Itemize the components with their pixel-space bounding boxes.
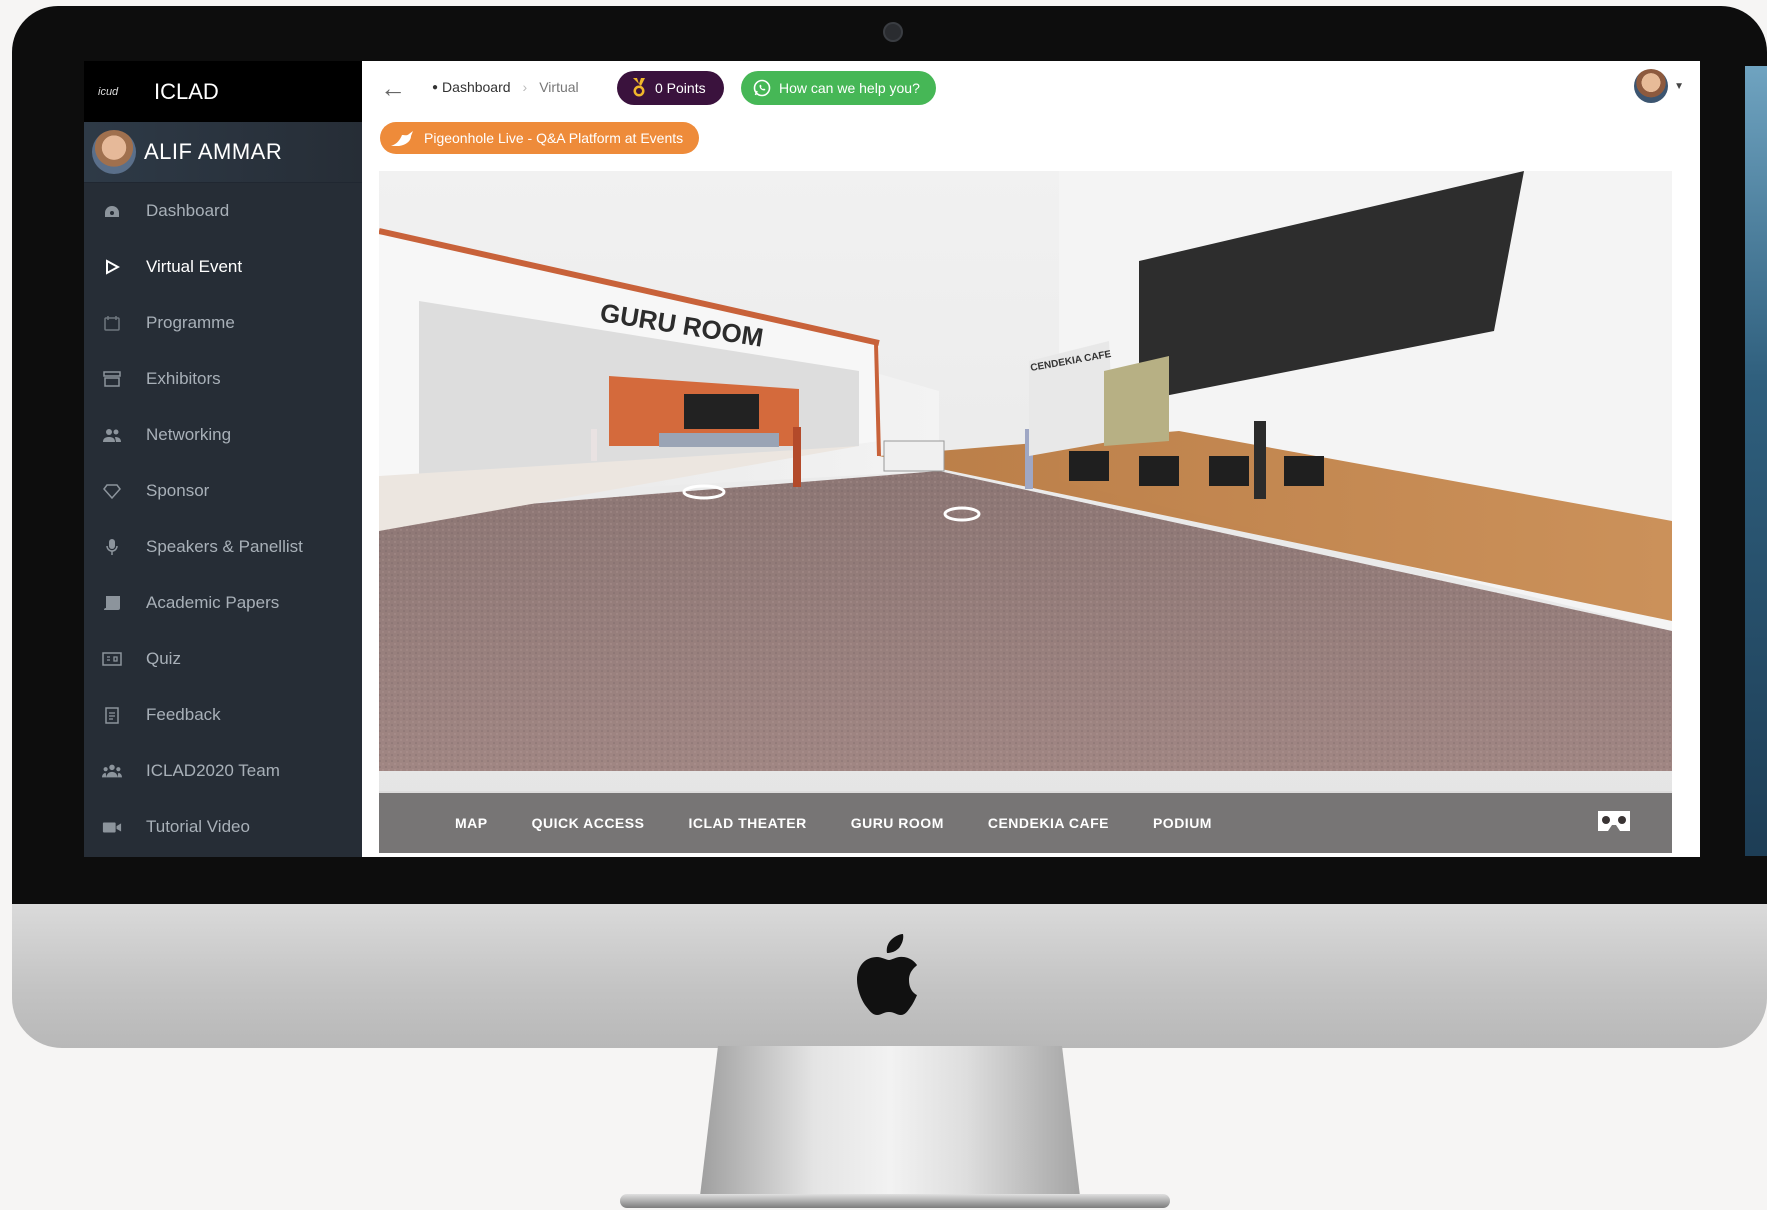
apple-logo-icon (857, 934, 917, 1015)
sidebar-item-tutorial-video[interactable]: Tutorial Video (84, 799, 362, 855)
sidebar-item-sponsor[interactable]: Sponsor (84, 463, 362, 519)
microphone-icon (102, 537, 122, 557)
cafe-table (1284, 456, 1324, 486)
sidebar-item-dashboard[interactable]: Dashboard (84, 183, 362, 239)
sidebar-item-label: Virtual Event (146, 257, 243, 276)
sidebar-item-team[interactable]: ICLAD2020 Team (84, 743, 362, 799)
sidebar-item-academic-papers[interactable]: Academic Papers (84, 575, 362, 631)
cafe-counter (883, 440, 945, 472)
sidebar-item-networking[interactable]: Networking (84, 407, 362, 463)
sidebar: icud ICLAD ALIF AMMAR Dashboard Virtual … (84, 61, 362, 857)
sidebar-nav: Dashboard Virtual Event Programme Exhibi… (84, 183, 362, 855)
tour-link-cendekia-cafe[interactable]: CENDEKIA CAFE (988, 815, 1109, 831)
points-badge[interactable]: 0 Points (617, 71, 724, 105)
person-figure (793, 427, 801, 487)
tour-link-iclad-theater[interactable]: ICLAD THEATER (688, 815, 806, 831)
imac-base (620, 1194, 1170, 1208)
cafe-table (1209, 456, 1249, 486)
app-title: ICLAD (154, 78, 219, 104)
sidebar-item-exhibitors[interactable]: Exhibitors (84, 351, 362, 407)
main-content: ← ● Dashboard › Virtual 0 Points How can… (362, 61, 1700, 857)
tour-link-guru-room[interactable]: GURU ROOM (851, 815, 944, 831)
tour-link-podium[interactable]: PODIUM (1153, 815, 1212, 831)
diamond-icon (102, 481, 122, 501)
background-reflection (1745, 66, 1767, 856)
points-label: 0 Points (655, 80, 706, 96)
guru-room-audience (659, 433, 779, 447)
app-logo: icud (98, 85, 119, 98)
booth-icon (102, 369, 122, 389)
sidebar-item-label: Dashboard (146, 201, 230, 220)
team-icon (102, 761, 122, 781)
avatar (92, 130, 136, 174)
quiz-icon (102, 649, 122, 669)
sidebar-item-label: Speakers & Panellist (146, 537, 303, 556)
tour-link-map[interactable]: MAP (455, 815, 488, 831)
play-icon (102, 257, 122, 277)
sidebar-item-label: Academic Papers (146, 593, 280, 612)
banner-label: Pigeonhole Live - Q&A Platform at Events (424, 130, 684, 146)
breadcrumb: ● Dashboard › Virtual (432, 79, 579, 95)
app-screen: icud ICLAD ALIF AMMAR Dashboard Virtual … (84, 61, 1700, 857)
bird-icon (391, 131, 413, 146)
people-icon (102, 425, 122, 445)
medal-icon (633, 78, 645, 97)
sidebar-item-label: Networking (146, 425, 232, 444)
sidebar-item-label: Sponsor (146, 481, 210, 500)
cafe-table (1139, 456, 1179, 486)
sidebar-item-label: Tutorial Video (146, 817, 250, 836)
avatar (1634, 69, 1669, 103)
sidebar-item-quiz[interactable]: Quiz (84, 631, 362, 687)
sidebar-item-label: Exhibitors (146, 369, 221, 388)
user-menu[interactable]: ▼ (1634, 69, 1684, 103)
back-arrow-icon[interactable]: ← (380, 73, 406, 104)
guru-room-screen (684, 394, 759, 429)
sidebar-item-programme[interactable]: Programme (84, 295, 362, 351)
home-icon: ● (432, 81, 439, 93)
sidebar-item-label: Feedback (146, 705, 221, 724)
calendar-icon (102, 313, 122, 333)
clipboard-icon (102, 705, 122, 725)
user-profile[interactable]: ALIF AMMAR (84, 122, 362, 183)
pigeonhole-banner[interactable]: Pigeonhole Live - Q&A Platform at Events (380, 122, 700, 154)
video-icon (102, 817, 122, 837)
dashboard-icon (102, 201, 122, 221)
help-label: How can we help you? (779, 80, 920, 96)
chevron-down-icon: ▼ (1674, 80, 1684, 92)
virtual-tour-viewer[interactable]: GURU ROOM CENDEKIA CAFE MAP QUICK ACCESS… (379, 171, 1672, 853)
tour-nav-bar: MAP QUICK ACCESS ICLAD THEATER GURU ROOM… (379, 791, 1672, 853)
breadcrumb-dashboard[interactable]: Dashboard (442, 79, 511, 95)
sidebar-item-label: Programme (146, 313, 235, 332)
sidebar-item-label: Quiz (146, 649, 181, 668)
cafe-panel (1104, 356, 1169, 446)
user-name: ALIF AMMAR (144, 139, 283, 164)
whatsapp-icon (753, 79, 771, 97)
imac-stand (700, 1046, 1080, 1196)
webcam (883, 22, 903, 42)
sidebar-item-label: ICLAD2020 Team (146, 761, 280, 780)
sidebar-item-virtual-event[interactable]: Virtual Event (84, 239, 362, 295)
sidebar-item-feedback[interactable]: Feedback (84, 687, 362, 743)
cafe-table (1069, 451, 1109, 481)
scroll-icon (102, 593, 122, 613)
person-figure (1254, 421, 1266, 499)
breadcrumb-current: Virtual (539, 79, 579, 95)
topbar: ← ● Dashboard › Virtual 0 Points How can… (362, 61, 1700, 113)
virtual-venue-scene[interactable]: GURU ROOM CENDEKIA CAFE (379, 171, 1672, 853)
sidebar-header[interactable]: icud ICLAD (84, 61, 362, 122)
person-figure (591, 429, 597, 461)
breadcrumb-separator-icon: › (522, 79, 528, 95)
tour-link-quick-access[interactable]: QUICK ACCESS (532, 815, 645, 831)
sidebar-item-speakers[interactable]: Speakers & Panellist (84, 519, 362, 575)
vr-headset-icon[interactable] (1596, 809, 1632, 838)
help-button[interactable]: How can we help you? (741, 71, 936, 105)
